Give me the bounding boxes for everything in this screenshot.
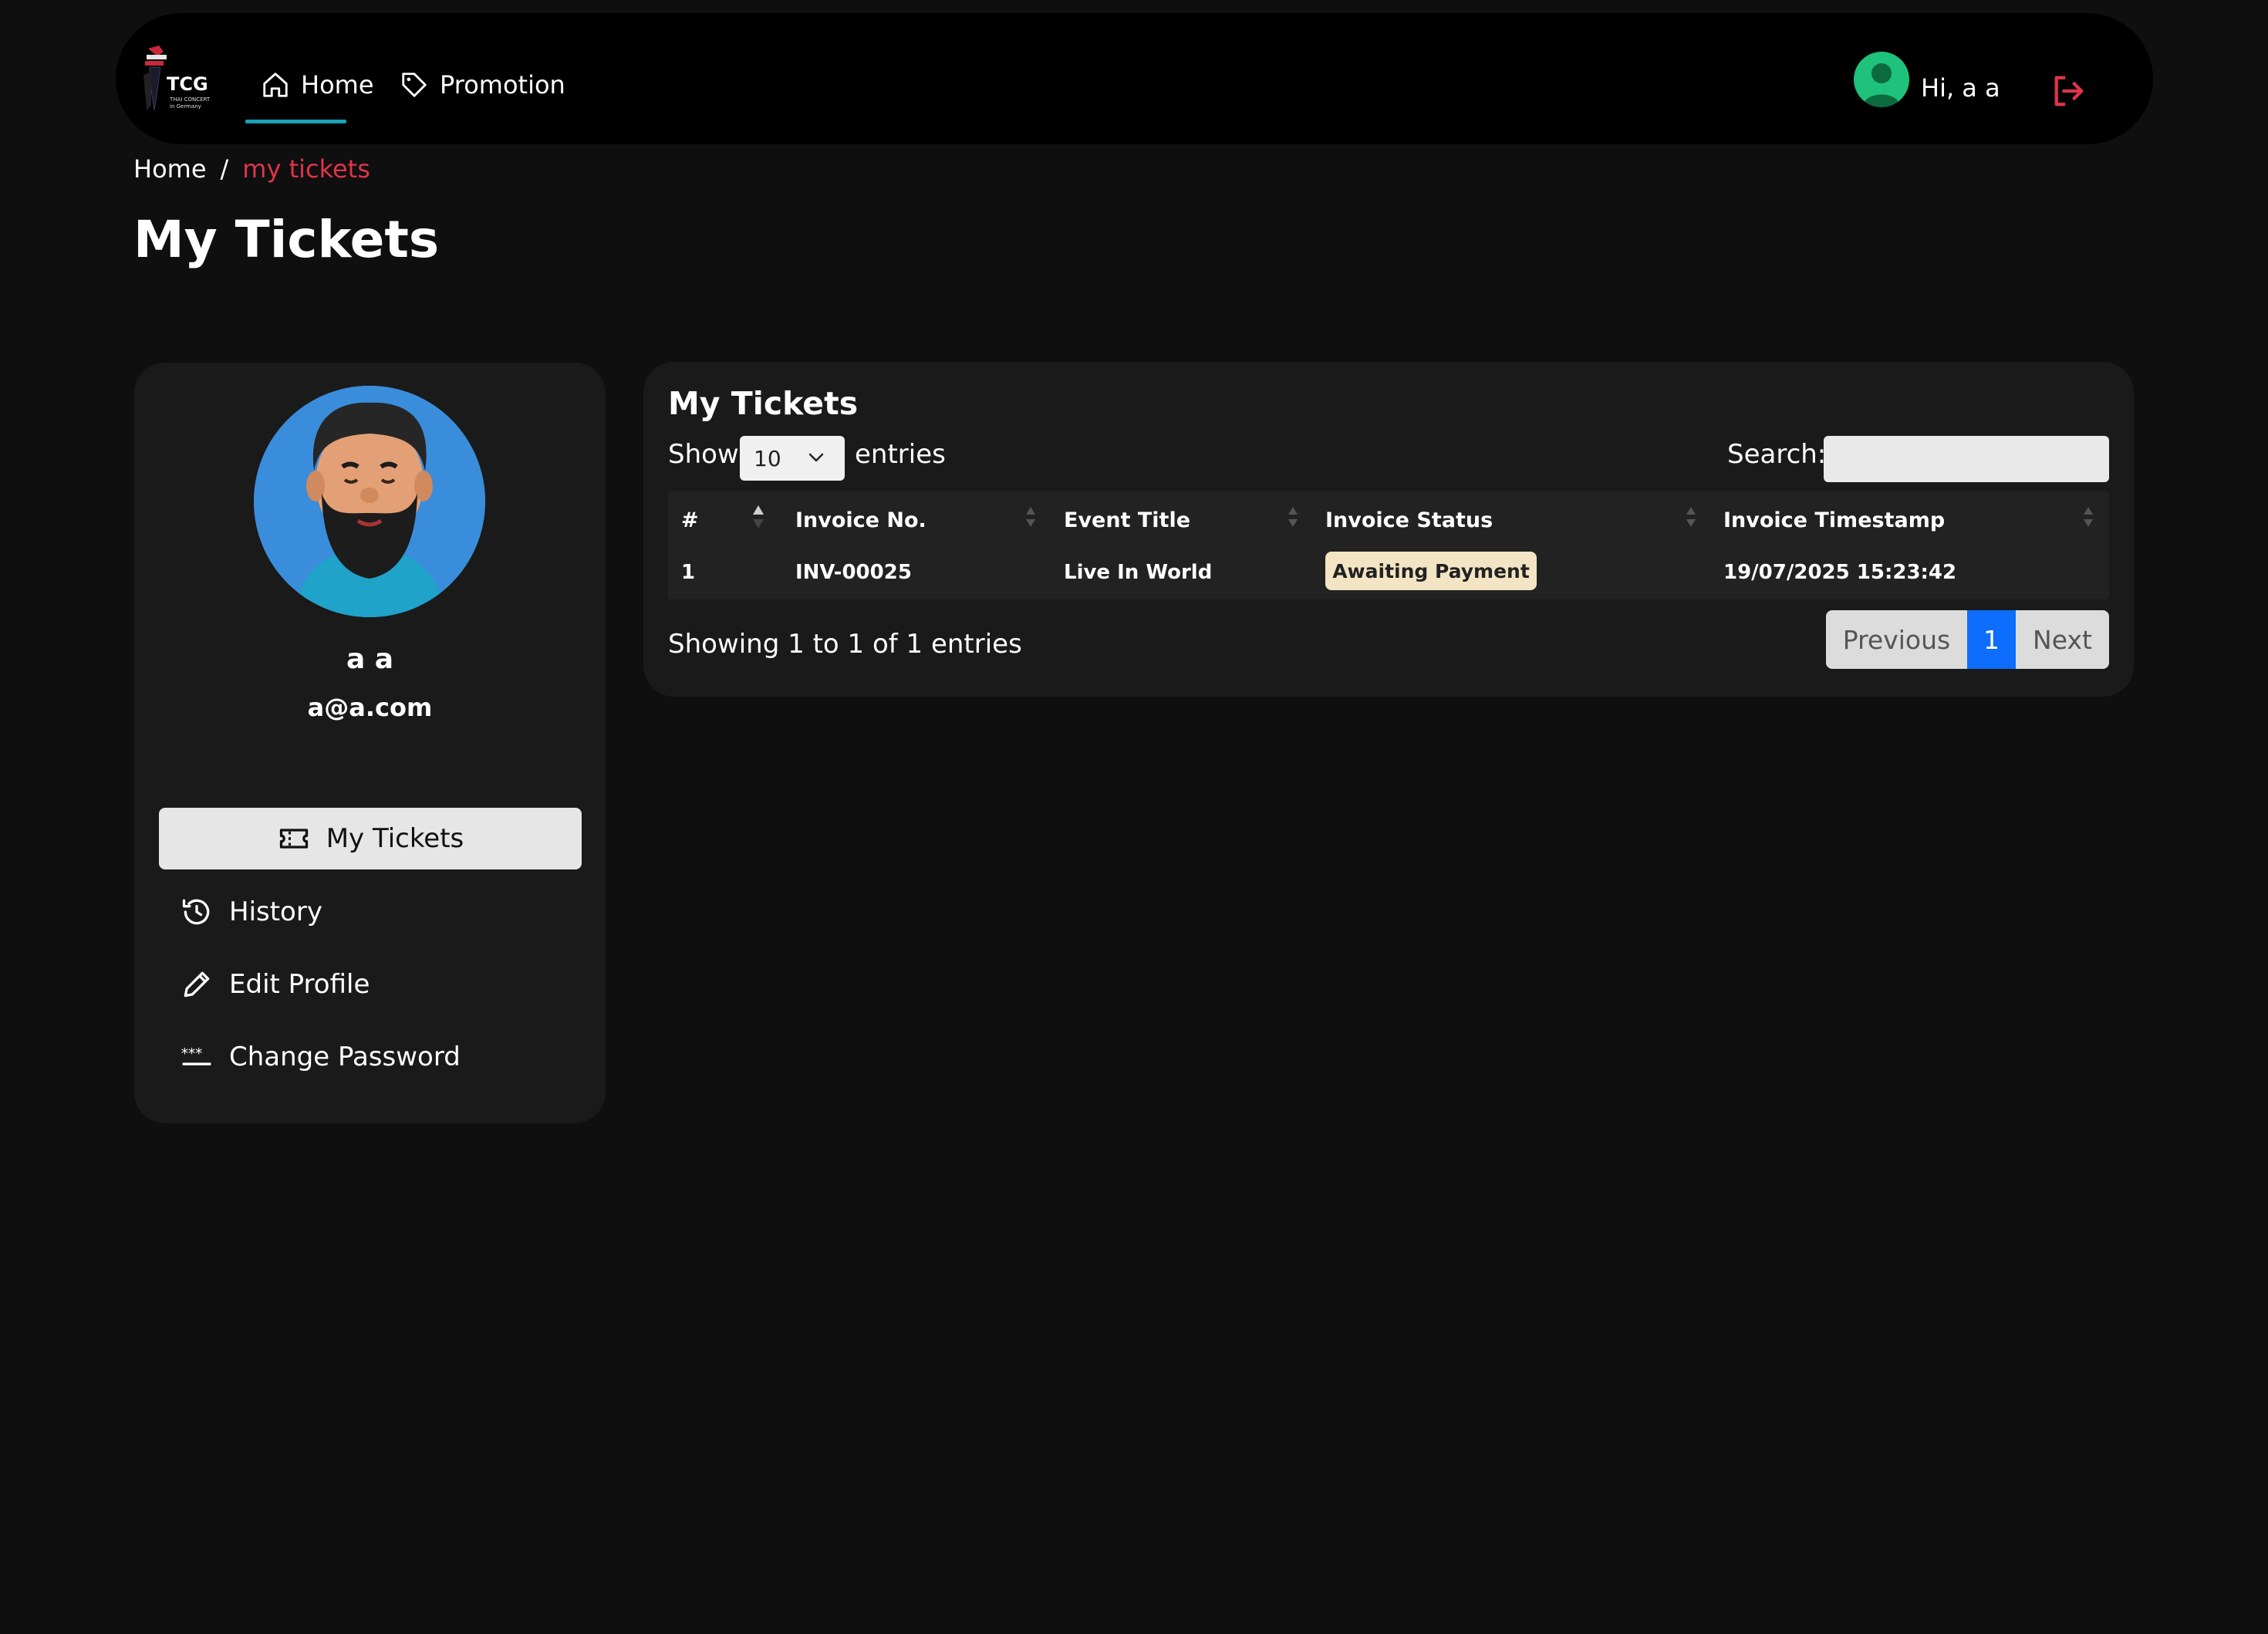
history-icon	[182, 899, 210, 925]
nav-promotion[interactable]: Promotion	[400, 67, 565, 103]
column-header-invoice-status[interactable]: Invoice Status	[1325, 508, 1493, 532]
top-navbar: TCG THAI CONCERT in Germany Home Promoti…	[116, 13, 2153, 144]
cell-number: 1	[681, 561, 696, 584]
profile-avatar	[254, 386, 485, 617]
profile-card: a a a@a.com My Tickets History Edit Prof…	[134, 363, 606, 1123]
profile-email: a@a.com	[307, 693, 433, 722]
table-info: Showing 1 to 1 of 1 entries	[668, 629, 1022, 660]
menu-my-tickets-label: My Tickets	[326, 823, 464, 854]
tickets-card: My Tickets Show 10 entries Search: # Inv…	[643, 362, 2134, 697]
breadcrumb-separator: /	[220, 154, 229, 184]
avatar-illustration	[254, 386, 485, 617]
tickets-card-title: My Tickets	[668, 385, 859, 422]
menu-edit-profile-label: Edit Profile	[229, 969, 370, 1000]
user-avatar[interactable]	[1854, 52, 1909, 107]
page-size-value: 10	[754, 445, 781, 471]
entries-label: entries	[855, 439, 946, 470]
breadcrumb-current: my tickets	[242, 154, 370, 184]
cell-invoice-no: INV-00025	[795, 561, 912, 584]
pagination-next-button[interactable]: Next	[2016, 610, 2109, 669]
menu-edit-profile[interactable]: Edit Profile	[159, 954, 582, 1015]
logo-text: TCG	[167, 73, 208, 95]
menu-change-password-label: Change Password	[229, 1042, 461, 1072]
pagination-previous-button[interactable]: Previous	[1826, 610, 1967, 669]
search-label: Search:	[1727, 439, 1827, 470]
tickets-table: # Invoice No. Event Title Invoice Status…	[668, 491, 2109, 599]
nav-active-indicator	[245, 120, 346, 123]
svg-text:***: ***	[181, 1046, 203, 1062]
nav-home[interactable]: Home	[261, 67, 374, 103]
status-badge: Awaiting Payment	[1325, 552, 1537, 590]
show-label: Show	[668, 439, 739, 470]
menu-history[interactable]: History	[159, 881, 582, 943]
tag-icon	[402, 73, 427, 97]
logo-subtext: THAI CONCERT in Germany	[170, 96, 211, 110]
cell-event-title: Live In World	[1064, 561, 1213, 584]
ticket-icon	[279, 829, 308, 849]
column-header-event-title[interactable]: Event Title	[1064, 508, 1190, 532]
password-icon: ***	[181, 1046, 211, 1065]
profile-name: a a	[346, 643, 394, 675]
sort-icon[interactable]	[2081, 502, 2095, 532]
chevron-down-icon	[808, 453, 824, 462]
pagination-page-1[interactable]: 1	[1967, 610, 2016, 669]
site-logo[interactable]: TCG THAI CONCERT in Germany	[140, 44, 210, 117]
menu-my-tickets[interactable]: My Tickets	[159, 808, 582, 869]
menu-change-password[interactable]: *** Change Password	[159, 1026, 582, 1088]
sort-asc-icon[interactable]	[751, 502, 765, 532]
search-input[interactable]	[1824, 436, 2109, 482]
page-title: My Tickets	[133, 210, 440, 269]
column-header-invoice-timestamp[interactable]: Invoice Timestamp	[1723, 508, 1945, 532]
user-greeting: Hi, a a	[1921, 73, 2000, 103]
breadcrumb: Home / my tickets	[133, 154, 370, 184]
column-header-invoice-no[interactable]: Invoice No.	[795, 508, 926, 532]
pencil-icon	[184, 971, 210, 998]
nav-promotion-label: Promotion	[440, 70, 565, 100]
cell-timestamp: 19/07/2025 15:23:42	[1723, 561, 1957, 584]
menu-history-label: History	[229, 896, 322, 927]
page-size-select[interactable]: 10	[740, 436, 845, 481]
pagination: Previous 1 Next	[1826, 610, 2109, 669]
sort-icon[interactable]	[1684, 502, 1698, 532]
user-silhouette-icon	[1863, 63, 1900, 107]
nav-home-label: Home	[301, 70, 374, 100]
home-icon	[263, 73, 288, 97]
logout-icon[interactable]	[2050, 73, 2086, 109]
breadcrumb-home[interactable]: Home	[133, 154, 207, 184]
sort-icon[interactable]	[1286, 502, 1300, 532]
column-header-number[interactable]: #	[681, 508, 699, 532]
sort-icon[interactable]	[1024, 502, 1038, 532]
